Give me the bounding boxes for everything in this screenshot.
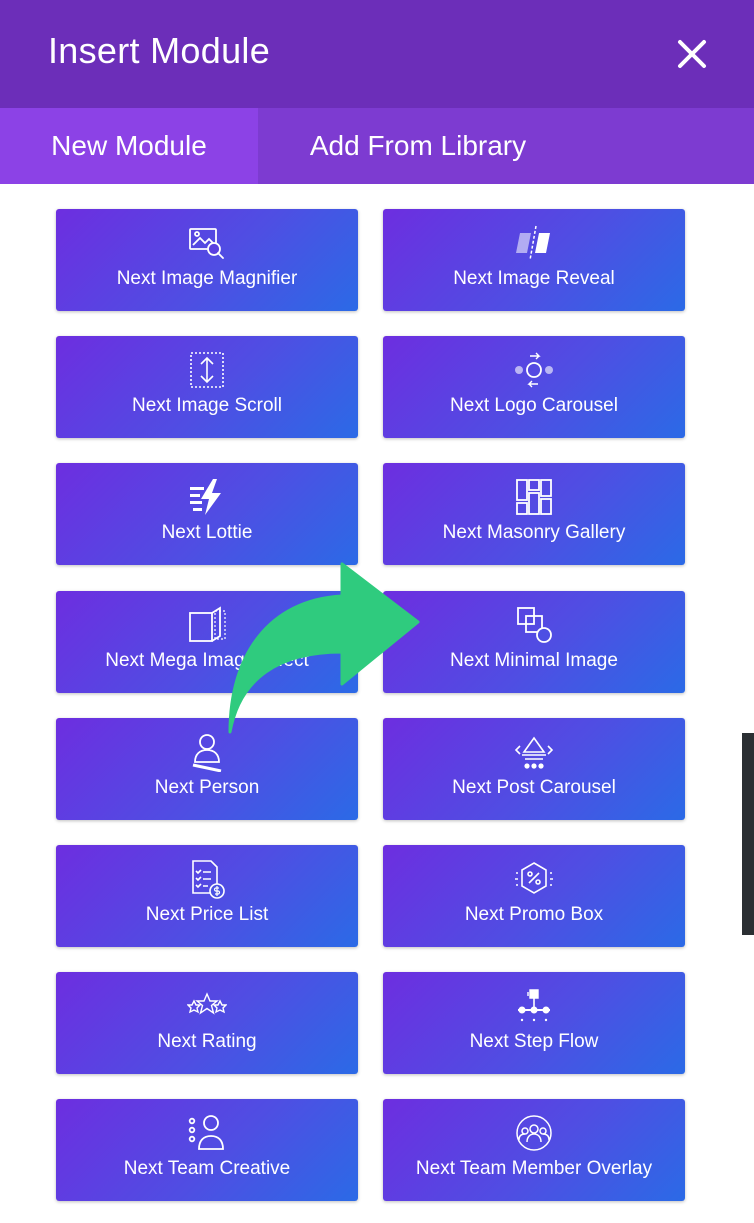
team-creative-icon — [188, 1115, 224, 1150]
person-icon — [192, 734, 222, 772]
minimal-image-icon — [517, 607, 552, 643]
tab-bar: New Module Add From Library — [0, 108, 754, 184]
module-label: Next Lottie — [161, 522, 253, 543]
tab-add-from-library[interactable]: Add From Library — [258, 108, 578, 184]
promo-box-icon — [515, 862, 553, 894]
module-label: Next Person — [154, 777, 260, 798]
module-label: Next Price List — [145, 904, 269, 925]
module-team-member-overlay[interactable]: Next Team Member Overlay — [383, 1099, 685, 1201]
logo-carousel-icon — [515, 352, 553, 388]
module-label: Next Image Scroll — [132, 395, 282, 416]
module-label: Next Minimal Image — [450, 650, 618, 671]
image-scroll-icon — [190, 352, 224, 388]
tab-new-module[interactable]: New Module — [0, 108, 258, 184]
module-promo-box[interactable]: Next Promo Box — [383, 845, 685, 947]
module-logo-carousel[interactable]: Next Logo Carousel — [383, 336, 685, 438]
scrollbar[interactable] — [742, 733, 754, 935]
module-image-magnifier[interactable]: Next Image Magnifier — [56, 209, 358, 311]
team-member-overlay-icon — [516, 1115, 552, 1151]
modal-header: Insert Module — [0, 0, 754, 108]
module-minimal-image[interactable]: Next Minimal Image — [383, 591, 685, 693]
module-label: Next Team Member Overlay — [415, 1158, 653, 1179]
module-image-scroll[interactable]: Next Image Scroll — [56, 336, 358, 438]
module-label: Next Masonry Gallery — [442, 522, 626, 543]
module-lottie[interactable]: Next Lottie — [56, 463, 358, 565]
module-label: Next Team Creative — [123, 1158, 291, 1179]
masonry-gallery-icon — [516, 479, 552, 515]
modal-title: Insert Module — [48, 30, 271, 71]
module-team-creative[interactable]: Next Team Creative — [56, 1099, 358, 1201]
module-masonry-gallery[interactable]: Next Masonry Gallery — [383, 463, 685, 565]
curved-arrow-icon — [228, 562, 420, 734]
module-label: Next Promo Box — [464, 904, 604, 925]
module-price-list[interactable]: Next Price List — [56, 845, 358, 947]
lottie-icon — [190, 479, 221, 515]
module-label: Next Rating — [157, 1031, 257, 1052]
module-image-reveal[interactable]: Next Image Reveal — [383, 209, 685, 311]
post-carousel-icon — [514, 736, 554, 769]
image-magnifier-icon — [189, 228, 224, 259]
module-post-carousel[interactable]: Next Post Carousel — [383, 718, 685, 820]
step-flow-icon — [518, 989, 550, 1022]
module-step-flow[interactable]: Next Step Flow — [383, 972, 685, 1074]
mega-image-effect-icon — [189, 606, 226, 642]
close-icon[interactable] — [672, 34, 712, 74]
module-label: Next Step Flow — [469, 1031, 599, 1052]
module-label: Next Image Reveal — [453, 268, 615, 289]
image-reveal-icon — [516, 225, 550, 261]
module-rating[interactable]: Next Rating — [56, 972, 358, 1074]
rating-icon — [187, 992, 227, 1015]
module-label: Next Post Carousel — [452, 777, 616, 798]
module-label: Next Logo Carousel — [450, 395, 618, 416]
price-list-icon — [192, 860, 225, 899]
module-label: Next Image Magnifier — [116, 268, 298, 289]
